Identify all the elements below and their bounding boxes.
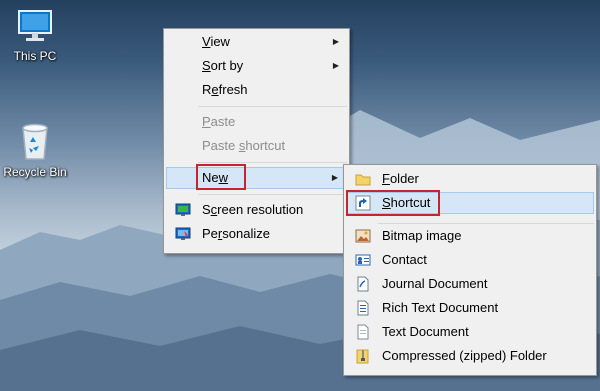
submenu-item-contact[interactable]: Contact xyxy=(346,249,594,271)
submenu-item-compressed-folder[interactable]: Compressed (zipped) Folder xyxy=(346,345,594,367)
menu-item-paste-shortcut[interactable]: Paste shortcut xyxy=(166,135,347,157)
menu-label: Rich Text Document xyxy=(382,300,499,315)
menu-label: Contact xyxy=(382,252,427,267)
menu-item-personalize[interactable]: Personalize xyxy=(166,223,347,245)
submenu-item-folder[interactable]: Folder xyxy=(346,168,594,190)
menu-label-rest: ort by xyxy=(210,58,244,73)
menu-label-pre: R xyxy=(202,82,212,97)
contact-icon xyxy=(355,254,371,266)
this-pc-icon xyxy=(18,10,52,41)
journal-document-icon xyxy=(357,276,369,292)
personalize-icon xyxy=(175,227,191,240)
menu-label-pre: Pe xyxy=(202,226,218,241)
compressed-folder-icon xyxy=(356,349,369,364)
menu-item-view[interactable]: View ▶ xyxy=(166,31,347,53)
context-menu: View ▶ Sort by ▶ Refresh Paste Paste sho… xyxy=(163,28,350,254)
desktop-icon-label: This PC xyxy=(13,49,57,63)
menu-separator xyxy=(198,106,347,107)
annotation-box-shortcut xyxy=(346,190,440,216)
menu-item-refresh[interactable]: Refresh xyxy=(166,79,347,101)
menu-label-rest: reen resolution xyxy=(217,202,304,217)
menu-label-rest: older xyxy=(389,171,419,186)
bitmap-image-icon xyxy=(355,229,371,243)
desktop-icon-label: Recycle Bin xyxy=(3,165,67,179)
accel-letter: F xyxy=(382,171,390,186)
menu-item-sort-by[interactable]: Sort by ▶ xyxy=(166,55,347,77)
accel-letter: e xyxy=(211,82,219,97)
desktop-icon-recycle-bin[interactable]: Recycle Bin xyxy=(0,118,70,179)
menu-item-paste[interactable]: Paste xyxy=(166,111,347,133)
submenu-item-bitmap-image[interactable]: Bitmap image xyxy=(346,225,594,247)
submenu-arrow-icon: ▶ xyxy=(332,37,339,46)
text-document-icon xyxy=(357,324,369,340)
menu-label-rest: sonalize xyxy=(222,226,270,241)
desktop-icon-this-pc[interactable]: This PC xyxy=(0,6,70,63)
screen-resolution-icon xyxy=(175,203,191,216)
menu-item-screen-resolution[interactable]: Screen resolution xyxy=(166,199,347,221)
submenu-item-journal-document[interactable]: Journal Document xyxy=(346,273,594,295)
menu-separator xyxy=(198,194,347,195)
menu-label-rest: aste xyxy=(210,114,236,129)
menu-label: Bitmap image xyxy=(382,228,462,243)
menu-separator xyxy=(198,162,347,163)
accel-letter: P xyxy=(202,114,211,129)
menu-label-rest: hortcut xyxy=(245,138,286,153)
menu-label-pre: Paste xyxy=(202,138,239,153)
submenu-item-text-document[interactable]: Text Document xyxy=(346,321,594,343)
menu-item-new[interactable]: New ▶ xyxy=(166,167,347,189)
submenu-item-rich-text-document[interactable]: Rich Text Document xyxy=(346,297,594,319)
recycle-bin-icon xyxy=(22,123,48,160)
submenu-arrow-icon: ▶ xyxy=(332,61,339,70)
accel-letter: S xyxy=(202,58,211,73)
menu-label: Compressed (zipped) Folder xyxy=(382,348,547,363)
annotation-box-new xyxy=(196,164,246,190)
menu-label-rest: iew xyxy=(210,34,230,49)
menu-label: Text Document xyxy=(382,324,469,339)
folder-icon xyxy=(355,174,371,186)
submenu-arrow-icon: ▶ xyxy=(331,173,338,182)
menu-label-rest: fresh xyxy=(218,82,248,97)
menu-separator xyxy=(378,223,594,224)
menu-label: Journal Document xyxy=(382,276,488,291)
menu-label-pre: S xyxy=(202,202,211,217)
rich-text-document-icon xyxy=(357,300,369,316)
